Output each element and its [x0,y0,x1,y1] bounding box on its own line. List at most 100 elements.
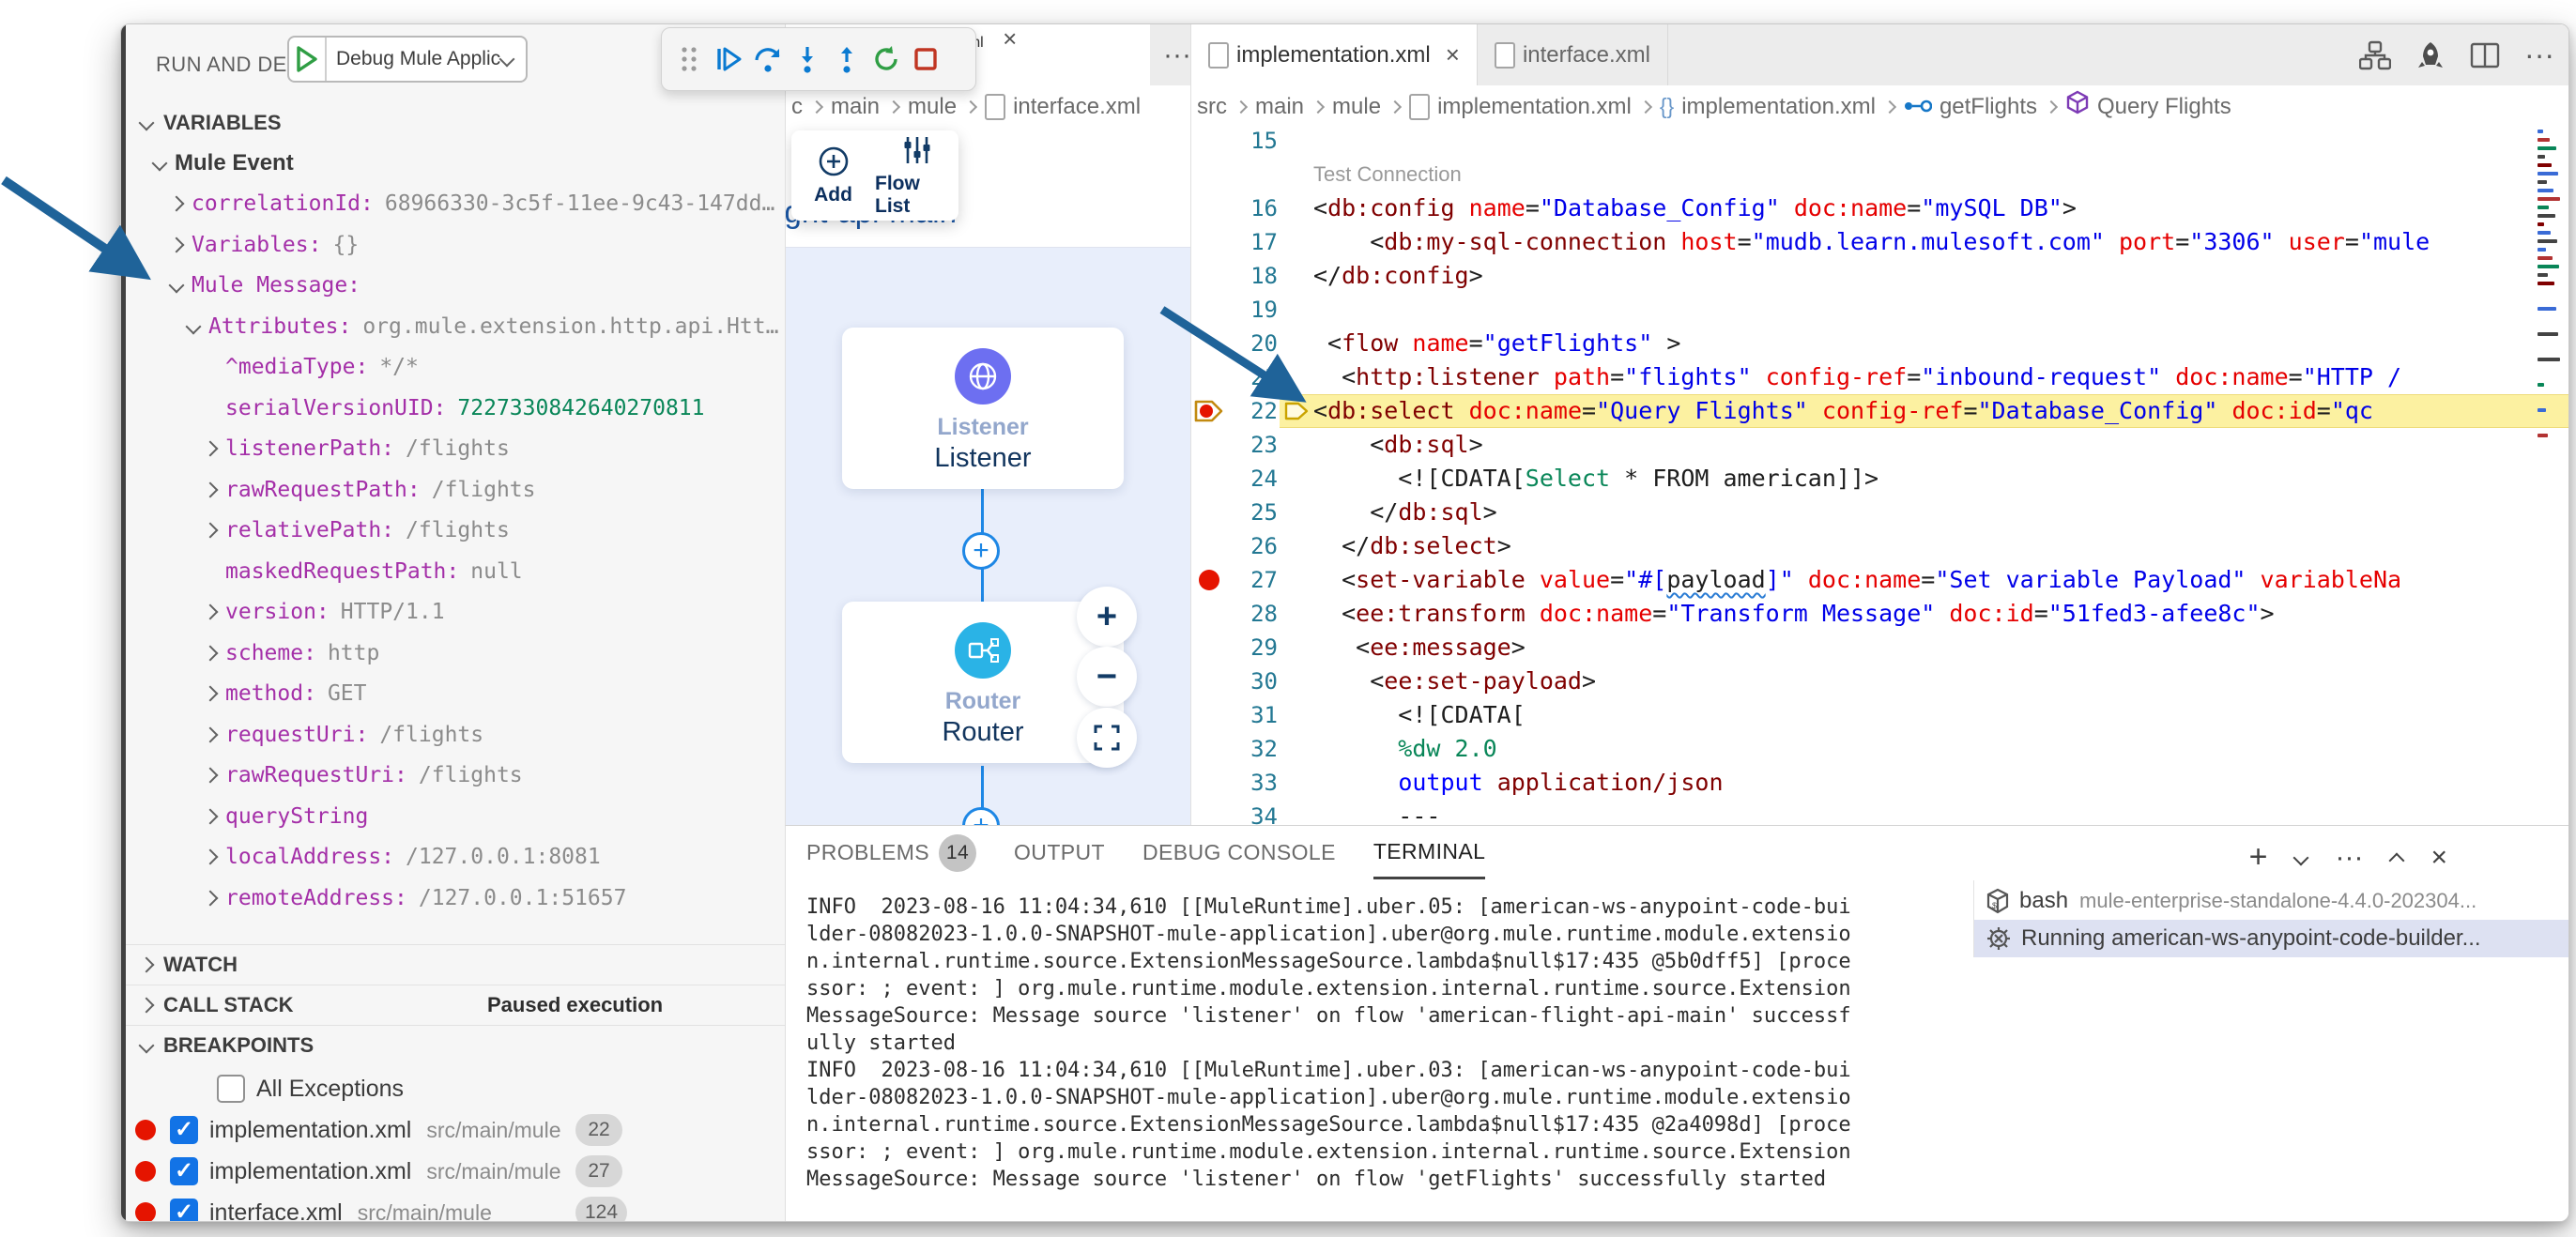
variable-row[interactable]: version: HTTP/1.1 [126,592,785,634]
add-label: Add [814,184,852,206]
variable-row[interactable]: rawRequestPath: /flights [126,469,785,511]
split-editor-icon[interactable] [2470,42,2500,69]
code-line: 26 </db:select> [1191,529,2568,563]
section-call-stack[interactable]: CALL STACK Paused execution [126,985,785,1025]
breadcrumb-item[interactable]: main [1255,94,1304,120]
variable-value: org.mule.extension.http.api.Htt… [362,313,779,339]
zoom-out-button[interactable]: − [1077,647,1137,707]
close-panel-icon[interactable]: × [2430,842,2447,874]
maximize-panel-icon[interactable] [2388,852,2405,868]
panel-tab-problems[interactable]: PROBLEMS 14 [806,826,977,879]
file-icon [1409,93,1431,120]
terminal-output[interactable]: INFO 2023-08-16 11:04:34,610 [[MuleRunti… [806,893,1961,1193]
section-watch-label: WATCH [163,953,238,976]
all-exceptions-row[interactable]: All Exceptions [126,1068,785,1109]
continue-button[interactable] [709,38,748,81]
fit-to-screen-button[interactable] [1077,708,1137,768]
variable-row[interactable]: localAddress: /127.0.0.1:8081 [126,837,785,878]
breakpoint-row[interactable]: ✓ implementation.xml src/main/mule 27 [126,1151,785,1192]
code-line: 18 </db:config> [1191,259,2568,293]
play-icon [297,46,317,72]
breakpoint-dot-icon[interactable] [1199,570,1219,590]
more-actions-button[interactable]: ··· [2524,38,2554,72]
code-text: <set-variable value="#[payload]" doc:nam… [1313,566,2402,593]
variable-row[interactable]: ^mediaType: */* [126,347,785,389]
new-terminal-button[interactable]: + [2249,839,2268,876]
breadcrumb-item[interactable]: main [831,94,880,120]
variable-row[interactable]: Variables: {} [126,224,785,266]
tab-overflow-button[interactable]: ··· [1150,24,1191,85]
flow-node-listener[interactable]: Listener Listener [842,328,1124,489]
variable-row[interactable]: listenerPath: /flights [126,429,785,470]
step-into-button[interactable] [788,38,827,81]
flow-list-label: Flow List [875,173,920,217]
variable-row[interactable]: relativePath: /flights [126,511,785,552]
codelens-test-connection[interactable]: Test Connection [1313,158,1462,191]
all-exceptions-checkbox[interactable] [217,1075,245,1103]
node-name-label: Listener [934,443,1032,473]
breadcrumb-item[interactable]: getFlights [1904,94,2037,120]
stop-button[interactable] [906,38,945,81]
close-icon[interactable]: × [1003,24,1017,53]
restart-button[interactable] [866,38,906,81]
code-line: 32 %dw 2.0 [1191,732,2568,766]
section-variables[interactable]: VARIABLES [126,103,785,143]
variable-row[interactable]: serialVersionUID: 7227330842640270811 [126,388,785,429]
breakpoint-checkbox[interactable]: ✓ [170,1116,198,1144]
step-over-button[interactable] [748,38,788,81]
flow-hierarchy-icon[interactable] [2359,40,2392,70]
tab-implementation.xml[interactable]: implementation.xml × [1191,24,1478,85]
breakpoint-checkbox[interactable]: ✓ [170,1157,198,1185]
section-breakpoints[interactable]: BREAKPOINTS [126,1025,785,1065]
variable-row[interactable]: requestUri: /flights [126,714,785,756]
variable-row[interactable]: method: GET [126,674,785,715]
breadcrumb-item[interactable]: mule [908,94,957,120]
variable-row[interactable]: scheme: http [126,633,785,674]
step-out-button[interactable] [827,38,866,81]
panel-more-button[interactable]: ··· [2335,842,2363,874]
add-component-button[interactable]: + [962,532,1000,570]
variable-row[interactable]: remoteAddress: /127.0.0.1:51657 [126,878,785,919]
breadcrumb-item[interactable]: implementation.xml [1409,93,1632,120]
section-watch[interactable]: WATCH [126,944,785,985]
flow-list-button[interactable]: Flow List [875,130,958,221]
variable-row[interactable]: correlationId: 68966330-3c5f-11ee-9c43-14… [126,184,785,225]
variable-row[interactable]: maskedRequestPath: null [126,551,785,592]
line-number: 26 [1250,533,1278,559]
variable-row[interactable]: Attributes: org.mule.extension.http.api.H… [126,306,785,347]
rocket-icon[interactable] [2415,40,2446,70]
line-number: 34 [1250,803,1278,825]
panel-tab-output[interactable]: OUTPUT [1014,826,1105,879]
tab-interface.xml[interactable]: interface.xml [1477,24,1668,85]
breakpoint-dot-icon [135,1161,156,1182]
variable-row[interactable]: rawRequestUri: /flights [126,756,785,797]
close-icon[interactable]: × [1446,40,1460,69]
terminal-dropdown-chevron-icon[interactable] [2292,849,2309,865]
breadcrumb-item[interactable]: interface.xml [985,93,1141,120]
terminal-list-item[interactable]: $ bash mule-enterprise-standalone-4.4.0-20… [1974,882,2568,920]
breadcrumb-separator-icon [886,99,901,114]
variable-row[interactable]: queryString [126,796,785,837]
panel-tab-terminal[interactable]: TERMINAL [1372,826,1486,879]
add-button[interactable]: Add [791,130,875,221]
breakpoint-checkbox[interactable]: ✓ [170,1199,198,1221]
breadcrumb-item[interactable]: src [1197,94,1227,120]
panel-tab-debug-console[interactable]: DEBUG CONSOLE [1142,826,1336,879]
breakpoint-row[interactable]: ✓ implementation.xml src/main/mule 22 [126,1109,785,1151]
code-area[interactable]: 15 Test Connection 16 <db:config name="Data… [1191,128,2568,825]
breadcrumb-item[interactable]: Query Flights [2065,90,2231,123]
breakpoint-row[interactable]: ✓ interface.xml src/main/mule 124 [126,1192,785,1221]
launch-config-dropdown[interactable]: Debug Mule Applicatic [287,36,528,83]
variable-row[interactable]: Mule Event [126,143,785,184]
start-debug-button[interactable] [289,38,327,81]
zoom-in-button[interactable]: + [1077,587,1137,647]
codelens-row[interactable]: Test Connection [1191,158,2568,191]
breadcrumb-item[interactable]: c [791,94,803,120]
breadcrumb-label: mule [1332,93,1382,119]
breadcrumb-item[interactable]: {} implementation.xml [1660,94,1876,120]
terminal-list-item[interactable]: Running american-ws-anypoint-code-builde… [1974,920,2568,957]
drag-handle[interactable] [669,38,709,81]
minimap[interactable] [2538,130,2564,477]
variable-row[interactable]: Mule Message: [126,266,785,307]
breadcrumb-item[interactable]: mule [1332,94,1381,120]
